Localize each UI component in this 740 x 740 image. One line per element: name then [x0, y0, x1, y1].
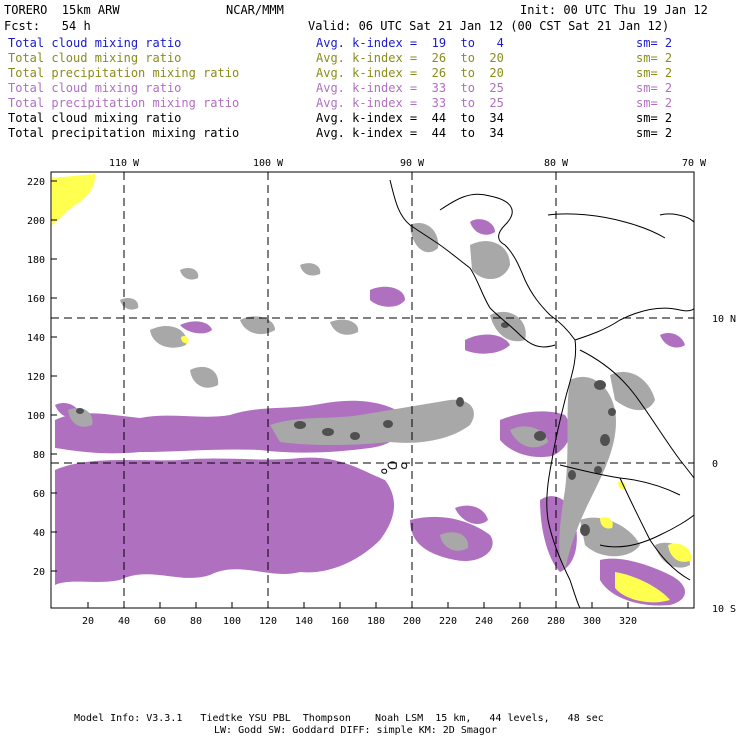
x-tick-label: 100 — [223, 616, 241, 625]
map-plot: 20 40 60 80 100 120 140 160 180 200 220 240 260 280 30… — [27, 158, 736, 625]
legend-label: Total cloud mixing ratio — [8, 36, 182, 50]
lat-label: 0 — [712, 459, 718, 470]
x-tick-label: 60 — [154, 616, 166, 625]
dark-core-13 — [76, 408, 84, 414]
dark-core-3 — [350, 432, 360, 440]
legend-smoothing: sm= 2 — [636, 126, 673, 140]
legend-k-index: Avg. k-index = 26 to 20 — [316, 51, 504, 65]
legend-row: Total cloud mixing ratio Avg. k-index = 2… — [8, 51, 728, 66]
x-tick-label: 120 — [259, 616, 277, 625]
lon-label: 70 W — [682, 158, 707, 169]
legend-smoothing: sm= 2 — [636, 81, 673, 95]
y-tick-label: 40 — [33, 528, 45, 539]
model-info-line2: LW: Godd SW: Goddard DIFF: simple KM: 2D… — [214, 725, 497, 736]
center-label: NCAR/MMM — [226, 3, 284, 17]
dark-core-10 — [580, 524, 590, 536]
legend-k-index: Avg. k-index = 33 to 25 — [316, 96, 504, 110]
dark-core-6 — [534, 431, 546, 441]
y-tick-label: 160 — [27, 294, 45, 305]
x-tick-label: 180 — [367, 616, 385, 625]
legend-smoothing: sm= 2 — [636, 96, 673, 110]
legend-label: Total cloud mixing ratio — [8, 111, 182, 125]
x-tick-label: 220 — [439, 616, 457, 625]
dark-core-4 — [383, 420, 393, 428]
legend-row: Total cloud mixing ratio Avg. k-index = 3… — [8, 81, 728, 96]
x-tick-label: 320 — [619, 616, 637, 625]
x-tick-label: 40 — [118, 616, 130, 625]
dark-core-8 — [600, 434, 610, 446]
y-tick-label: 220 — [27, 177, 45, 188]
lon-label: 80 W — [544, 158, 569, 169]
legend-k-index: Avg. k-index = 26 to 20 — [316, 66, 504, 80]
legend-smoothing: sm= 2 — [636, 66, 673, 80]
y-tick-label: 180 — [27, 255, 45, 266]
dark-core-9 — [568, 470, 576, 480]
lon-label: 100 W — [253, 158, 284, 169]
x-tick-label: 20 — [82, 616, 94, 625]
x-tick-label: 200 — [403, 616, 421, 625]
legend-row: Total precipitation mixing ratio Avg. k-i… — [8, 126, 728, 141]
init-time: Init: 00 UTC Thu 19 Jan 12 — [520, 3, 708, 17]
legend-k-index: Avg. k-index = 19 to 4 — [316, 36, 504, 50]
y-tick-label: 200 — [27, 216, 45, 227]
x-tick-label: 300 — [583, 616, 601, 625]
y-tick-label: 140 — [27, 333, 45, 344]
legend-label: Total cloud mixing ratio — [8, 51, 182, 65]
x-tick-label: 80 — [190, 616, 202, 625]
legend-smoothing: sm= 2 — [636, 36, 673, 50]
y-tick-label: 100 — [27, 411, 45, 422]
legend-label: Total cloud mixing ratio — [8, 81, 182, 95]
model-info-line1: Model Info: V3.3.1 Tiedtke YSU PBL Thomp… — [74, 713, 604, 724]
dark-core-1 — [294, 421, 306, 429]
legend-smoothing: sm= 2 — [636, 111, 673, 125]
valid-time: Valid: 06 UTC Sat 21 Jan 12 (00 CST Sat … — [308, 19, 670, 33]
y-tick-label: 80 — [33, 450, 45, 461]
dark-core-2 — [322, 428, 334, 436]
legend-label: Total precipitation mixing ratio — [8, 66, 240, 80]
legend-label: Total precipitation mixing ratio — [8, 126, 240, 140]
dark-core-7 — [594, 380, 606, 390]
legend-row: Total precipitation mixing ratio Avg. k-i… — [8, 96, 728, 111]
dark-core-5 — [456, 397, 464, 407]
dark-core-12 — [501, 322, 509, 328]
legend-label: Total precipitation mixing ratio — [8, 96, 240, 110]
title-left: TORERO 15km ARW — [4, 3, 120, 17]
legend-k-index: Avg. k-index = 33 to 25 — [316, 81, 504, 95]
legend-k-index: Avg. k-index = 44 to 34 — [316, 126, 504, 140]
y-tick-label: 20 — [33, 567, 45, 578]
x-tick-label: 260 — [511, 616, 529, 625]
x-tick-label: 160 — [331, 616, 349, 625]
legend-row: Total cloud mixing ratio Avg. k-index = 1… — [8, 36, 728, 51]
lat-label: 10 S — [712, 604, 736, 615]
x-tick-label: 240 — [475, 616, 493, 625]
lon-label: 90 W — [400, 158, 425, 169]
dark-core-14 — [608, 408, 616, 416]
legend-row: Total cloud mixing ratio Avg. k-index = 4… — [8, 111, 728, 126]
forecast-hour: Fcst: 54 h — [4, 19, 91, 33]
legend-row: Total precipitation mixing ratio Avg. k-i… — [8, 66, 728, 81]
lon-label: 110 W — [109, 158, 140, 169]
x-tick-label: 280 — [547, 616, 565, 625]
x-tick-label: 140 — [295, 616, 313, 625]
legend-smoothing: sm= 2 — [636, 51, 673, 65]
lat-label: 10 N — [712, 314, 736, 325]
y-tick-label: 60 — [33, 489, 45, 500]
legend-k-index: Avg. k-index = 44 to 34 — [316, 111, 504, 125]
y-tick-label: 120 — [27, 372, 45, 383]
